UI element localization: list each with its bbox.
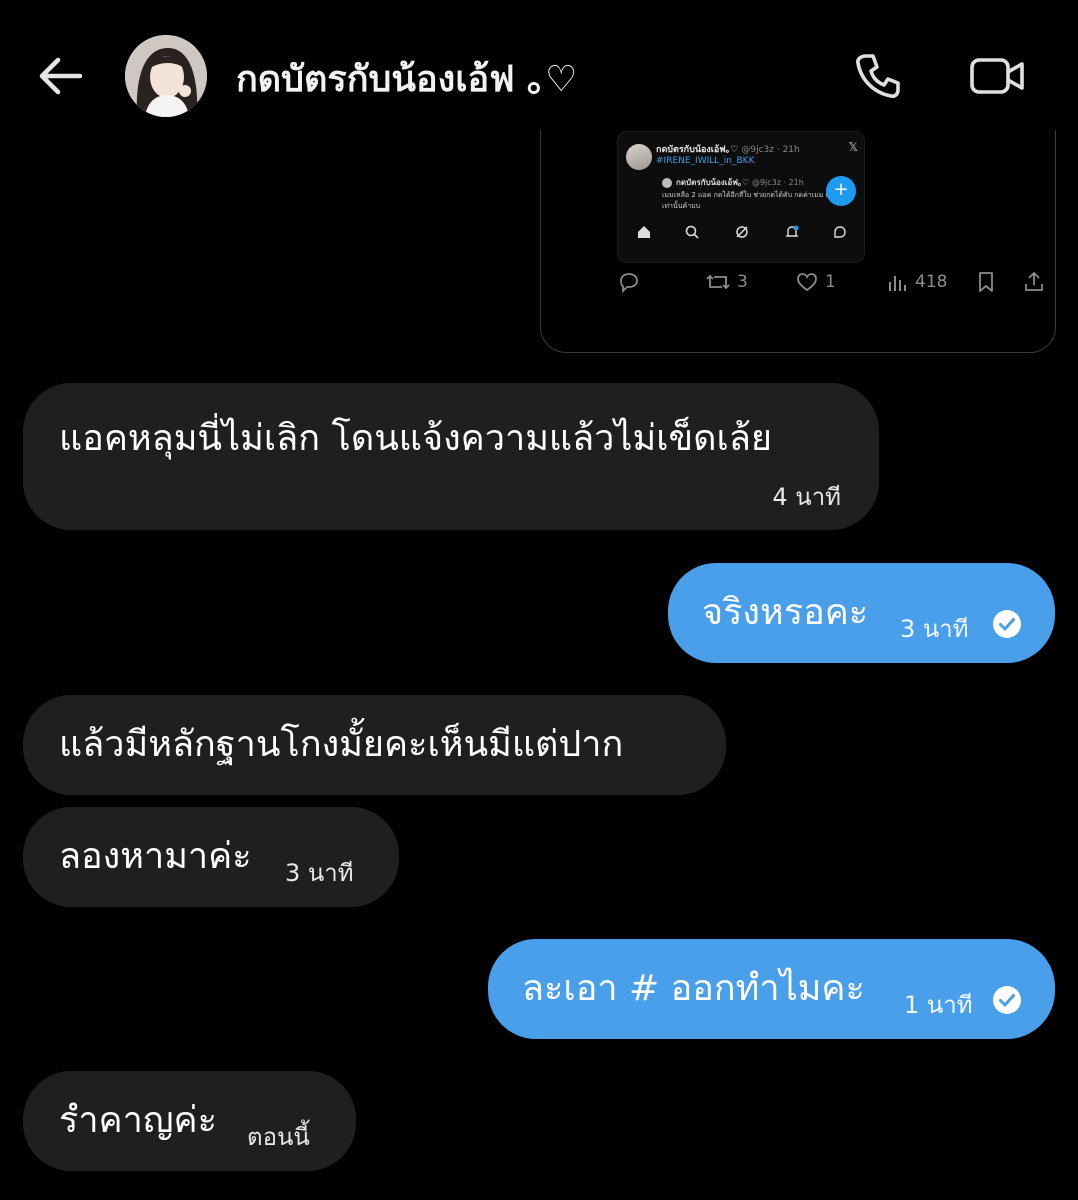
tweet-screenshot-image: กดบัตรกับน้องเอ้ฟ｡♡ @9jc3z · 21h #IRENE_… [617, 131, 865, 263]
embed-inner-avatar [662, 178, 672, 188]
like-button[interactable]: 1 [795, 267, 836, 297]
views-bar-chart-icon [889, 276, 906, 291]
read-check-icon [993, 610, 1021, 638]
message-text: รำคาญค่ะ [59, 1100, 217, 1141]
message-bubble-incoming[interactable]: แล้วมีหลักฐานโกงมั้ยคะเห็นมีแต่ปาก [23, 695, 726, 795]
video-camera-icon [970, 58, 1024, 94]
message-bubble-incoming[interactable]: รำคาญค่ะ ตอนนี้ [23, 1071, 356, 1171]
views-button[interactable]: 418 [887, 267, 947, 297]
read-check-icon [993, 986, 1021, 1014]
message-time: ตอนนี้ [247, 1123, 310, 1151]
messages-icon [832, 224, 848, 240]
arrow-left-icon [39, 57, 83, 95]
message-text: แล้วมีหลักฐานโกงมั้ยคะเห็นมีแต่ปาก [59, 724, 624, 765]
share-icon [1025, 271, 1043, 291]
embed-inner-author: กดบัตรกับน้องเอ้ฟ｡♡ @9jc3z · 21h [676, 178, 804, 187]
message-text: จริงหรอคะ [702, 592, 869, 633]
x-logo-icon: 𝕏 [848, 140, 858, 154]
video-call-button[interactable] [968, 50, 1028, 102]
message-bubble-outgoing[interactable]: จริงหรอคะ 3 นาที [668, 563, 1055, 663]
tweet-action-bar: 3 1 418 [541, 267, 1055, 297]
chat-title[interactable]: กดบัตรกับน้องเอ้ฟ ｡♡ [236, 50, 577, 107]
back-button[interactable] [34, 52, 86, 100]
bookmark-button[interactable] [975, 267, 997, 297]
embed-avatar [626, 144, 652, 170]
retweet-icon [706, 274, 730, 290]
profile-photo [125, 35, 207, 117]
views-count: 418 [915, 272, 948, 292]
home-icon [636, 224, 652, 240]
phone-icon [856, 54, 900, 98]
avatar[interactable] [125, 35, 207, 117]
message-text: ลองหามาค่ะ [59, 836, 252, 877]
message-bubble-incoming[interactable]: แอคหลุมนี่ไม่เลิก โดนแจ้งความแล้วไม่เข็ด… [23, 383, 879, 530]
message-time: 4 นาที [772, 483, 841, 511]
bell-icon [784, 224, 800, 240]
message-text: ละเอา # ออกทำไมคะ [522, 968, 865, 1009]
message-bubble-outgoing[interactable]: ละเอา # ออกทำไมคะ 1 นาที [488, 939, 1055, 1039]
retweet-button[interactable]: 3 [705, 267, 748, 297]
like-count: 1 [825, 272, 836, 292]
embed-hashtag: #IRENE_IWILL_in_BKK [656, 156, 755, 166]
grok-icon [734, 224, 750, 240]
compose-plus-icon: + [826, 176, 856, 206]
search-icon [684, 224, 700, 240]
message-time: 1 นาที [904, 991, 973, 1019]
call-button[interactable] [852, 50, 904, 102]
embed-author: กดบัตรกับน้องเอ้ฟ｡♡ @9jc3z · 21h [656, 145, 800, 155]
reply-button[interactable] [617, 267, 641, 297]
heart-icon [797, 273, 817, 292]
retweet-count: 3 [737, 272, 748, 292]
bookmark-icon [979, 272, 993, 292]
message-bubble-incoming[interactable]: ลองหามาค่ะ 3 นาที [23, 807, 399, 907]
reply-icon [620, 273, 638, 294]
chat-header: กดบัตรกับน้องเอ้ฟ ｡♡ [0, 0, 1078, 130]
message-time: 3 นาที [900, 615, 969, 643]
embed-nav-bar [618, 224, 864, 244]
embed-inner-text: เมมเหลือ 2 แอค กดได้อีกสี่ใบ ช่วยกดได้คั… [662, 191, 851, 210]
message-text: แอคหลุมนี่ไม่เลิก โดนแจ้งความแล้วไม่เข็ด… [59, 418, 772, 459]
share-button[interactable] [1023, 267, 1045, 297]
message-time: 3 นาที [285, 859, 354, 887]
